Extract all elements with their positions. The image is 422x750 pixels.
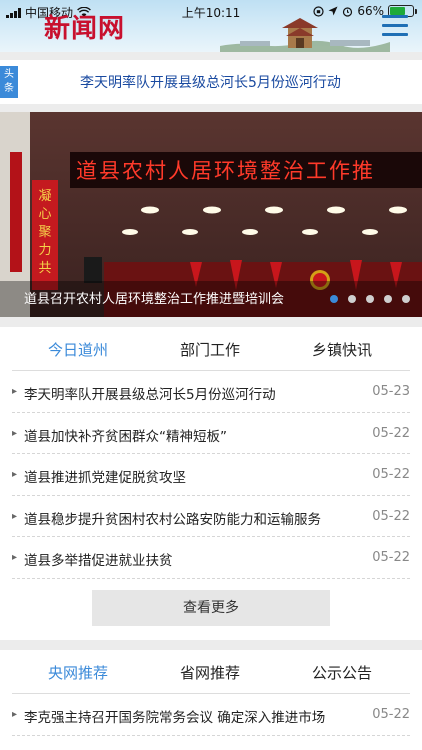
tab-public-notice[interactable]: 公示公告	[312, 662, 372, 683]
tab-provincial-recommend[interactable]: 省网推荐	[180, 662, 240, 683]
svg-text:共: 共	[38, 261, 51, 276]
headline-text[interactable]: 李天明率队开展县级总河长5月份巡河行动	[80, 72, 341, 92]
tab-central-recommend[interactable]: 央网推荐	[48, 662, 108, 683]
svg-text:力: 力	[38, 243, 51, 258]
app-header: 中国移动 上午10:11 66% 新闻网	[0, 0, 422, 52]
news-date: 05-23	[372, 384, 410, 399]
list-item[interactable]: ▸ 道县推进抓党建促脱贫攻坚 05-22	[12, 454, 410, 496]
carousel-dot[interactable]	[330, 295, 338, 303]
headline-strip[interactable]: 头条 李天明率队开展县级总河长5月份巡河行动	[0, 60, 422, 104]
svg-text:凝: 凝	[38, 188, 51, 204]
bullet-arrow-icon: ▸	[12, 427, 18, 439]
carousel-dots	[330, 295, 410, 303]
news-date: 05-22	[372, 467, 410, 482]
bullet-arrow-icon: ▸	[12, 510, 18, 522]
recommend-tabs: 央网推荐 省网推荐 公示公告	[12, 650, 410, 694]
banner-screen-text: 道县农村人居环境整治工作推	[76, 159, 375, 183]
news-title[interactable]: 道县多举措促进就业扶贫	[24, 549, 173, 569]
news-date: 05-22	[372, 508, 410, 524]
recommend-list: ▸ 李克强主持召开国务院常务会议 确定深入推进市场 05-22	[12, 694, 410, 736]
site-logo: 新闻网	[44, 14, 126, 44]
news-title[interactable]: 道县稳步提升贫困村农村公路安防能力和运输服务	[24, 508, 321, 528]
carousel-dot[interactable]	[366, 295, 374, 303]
recommend-panel: 央网推荐 省网推荐 公示公告 ▸ 李克强主持召开国务院常务会议 确定深入推进市场…	[0, 650, 422, 750]
tab-township-news[interactable]: 乡镇快讯	[312, 339, 372, 360]
svg-text:心: 心	[38, 207, 51, 222]
list-item[interactable]: ▸ 道县稳步提升贫困村农村公路安防能力和运输服务 05-22	[12, 496, 410, 537]
banner-caption[interactable]: 道县召开农村人居环境整治工作推进暨培训会	[24, 288, 284, 307]
news-title[interactable]: 李克强主持召开国务院常务会议 确定深入推进市场	[24, 706, 325, 726]
news-tabs: 今日道州 部门工作 乡镇快讯	[12, 327, 410, 371]
menu-button[interactable]	[382, 15, 408, 37]
carousel-dot[interactable]	[348, 295, 356, 303]
list-item[interactable]: ▸ 道县加快补齐贫困群众“精神短板” 05-22	[12, 413, 410, 454]
bullet-arrow-icon: ▸	[12, 386, 18, 397]
bullet-arrow-icon: ▸	[12, 469, 18, 480]
list-item[interactable]: ▸ 李天明率队开展县级总河长5月份巡河行动 05-23	[12, 371, 410, 413]
news-title[interactable]: 道县加快补齐贫困群众“精神短板”	[24, 425, 227, 445]
news-title[interactable]: 道县推进抓党建促脱贫攻坚	[24, 466, 186, 486]
pavilion-skyline-image	[220, 18, 390, 52]
headline-tag: 头条	[0, 66, 18, 98]
news-date: 05-22	[372, 425, 410, 441]
news-date: 05-22	[372, 707, 410, 722]
list-item[interactable]: ▸ 李克强主持召开国务院常务会议 确定深入推进市场 05-22	[12, 694, 410, 736]
list-item[interactable]: ▸ 道县多举措促进就业扶贫 05-22	[12, 537, 410, 579]
news-list: ▸ 李天明率队开展县级总河长5月份巡河行动 05-23 ▸ 道县加快补齐贫困群众…	[12, 371, 410, 579]
news-date: 05-22	[372, 550, 410, 565]
news-panel: 今日道州 部门工作 乡镇快讯 ▸ 李天明率队开展县级总河长5月份巡河行动 05-…	[0, 327, 422, 640]
carousel-dot[interactable]	[402, 295, 410, 303]
news-title[interactable]: 李天明率队开展县级总河长5月份巡河行动	[24, 383, 276, 403]
bullet-arrow-icon: ▸	[12, 709, 18, 720]
tab-department-work[interactable]: 部门工作	[180, 339, 240, 360]
bullet-arrow-icon: ▸	[12, 552, 18, 563]
view-more-button[interactable]: 查看更多	[92, 590, 330, 626]
svg-text:聚: 聚	[38, 225, 51, 240]
tab-today-daozhou[interactable]: 今日道州	[48, 339, 108, 360]
carousel-dot[interactable]	[384, 295, 392, 303]
banner-carousel[interactable]: 凝 心 聚 力 共 道县农村人居环境整治工作推 道县召开农村人居环境整治工作推进…	[0, 112, 422, 317]
